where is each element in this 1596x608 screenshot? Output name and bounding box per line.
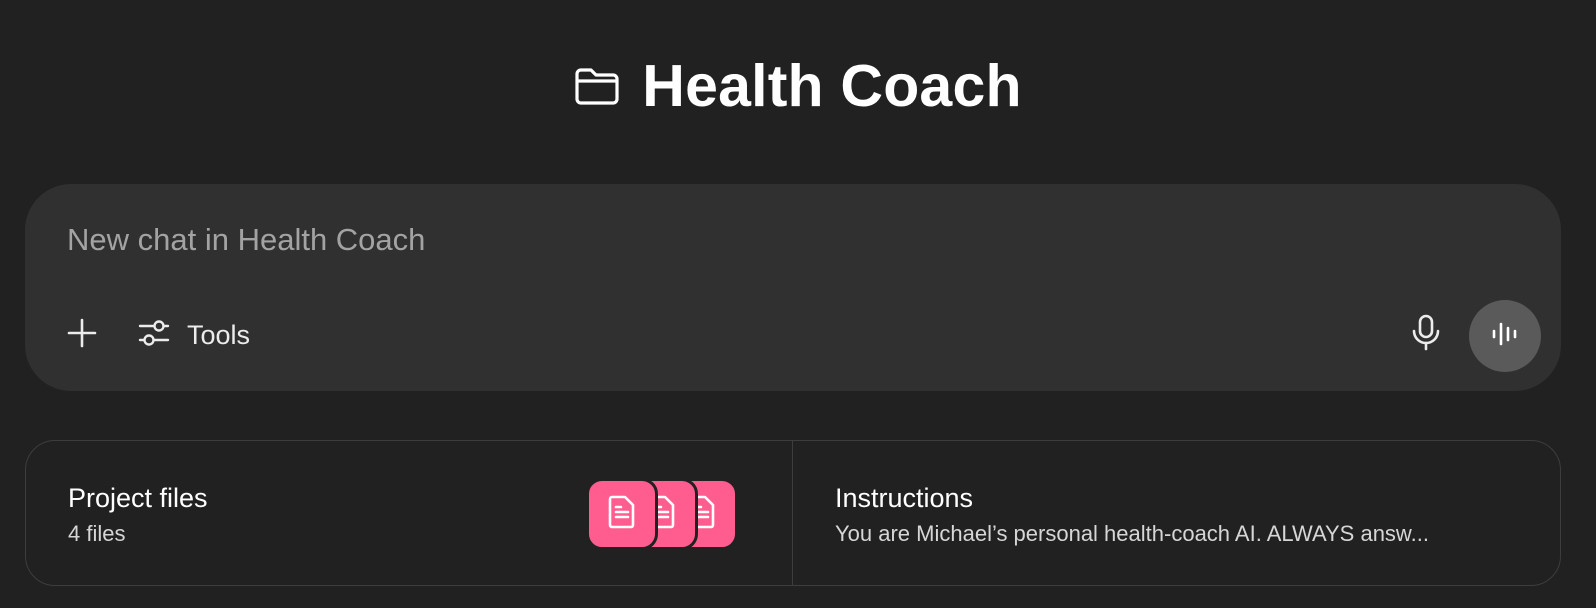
document-icon [608,495,636,534]
microphone-icon [1411,314,1441,357]
chat-composer: Tools [25,184,1561,391]
instructions-card[interactable]: Instructions You are Michael’s personal … [793,441,1560,585]
new-chat-input[interactable] [67,220,1367,260]
page-title: Health Coach [642,53,1022,119]
project-header: Health Coach [0,48,1596,124]
voice-mode-button[interactable] [1469,300,1541,372]
tools-button[interactable]: Tools [133,314,254,356]
plus-icon [66,317,98,354]
project-page: Health Coach Tools [0,0,1596,608]
file-tile [586,478,658,550]
dictate-button[interactable] [1403,312,1449,358]
project-cards: Project files 4 files Instructions You a… [25,440,1561,586]
instructions-preview: You are Michael’s personal health-coach … [835,521,1429,546]
file-stack [586,478,746,554]
sliders-icon [137,316,171,355]
project-files-count: 4 files [68,521,126,546]
instructions-title: Instructions [835,483,974,513]
project-files-title: Project files [68,483,208,513]
folder-icon [574,66,620,106]
add-attachment-button[interactable] [63,316,101,354]
voice-waveform-icon [1490,319,1520,354]
project-files-card[interactable]: Project files 4 files [26,441,793,585]
tools-label: Tools [187,319,251,350]
